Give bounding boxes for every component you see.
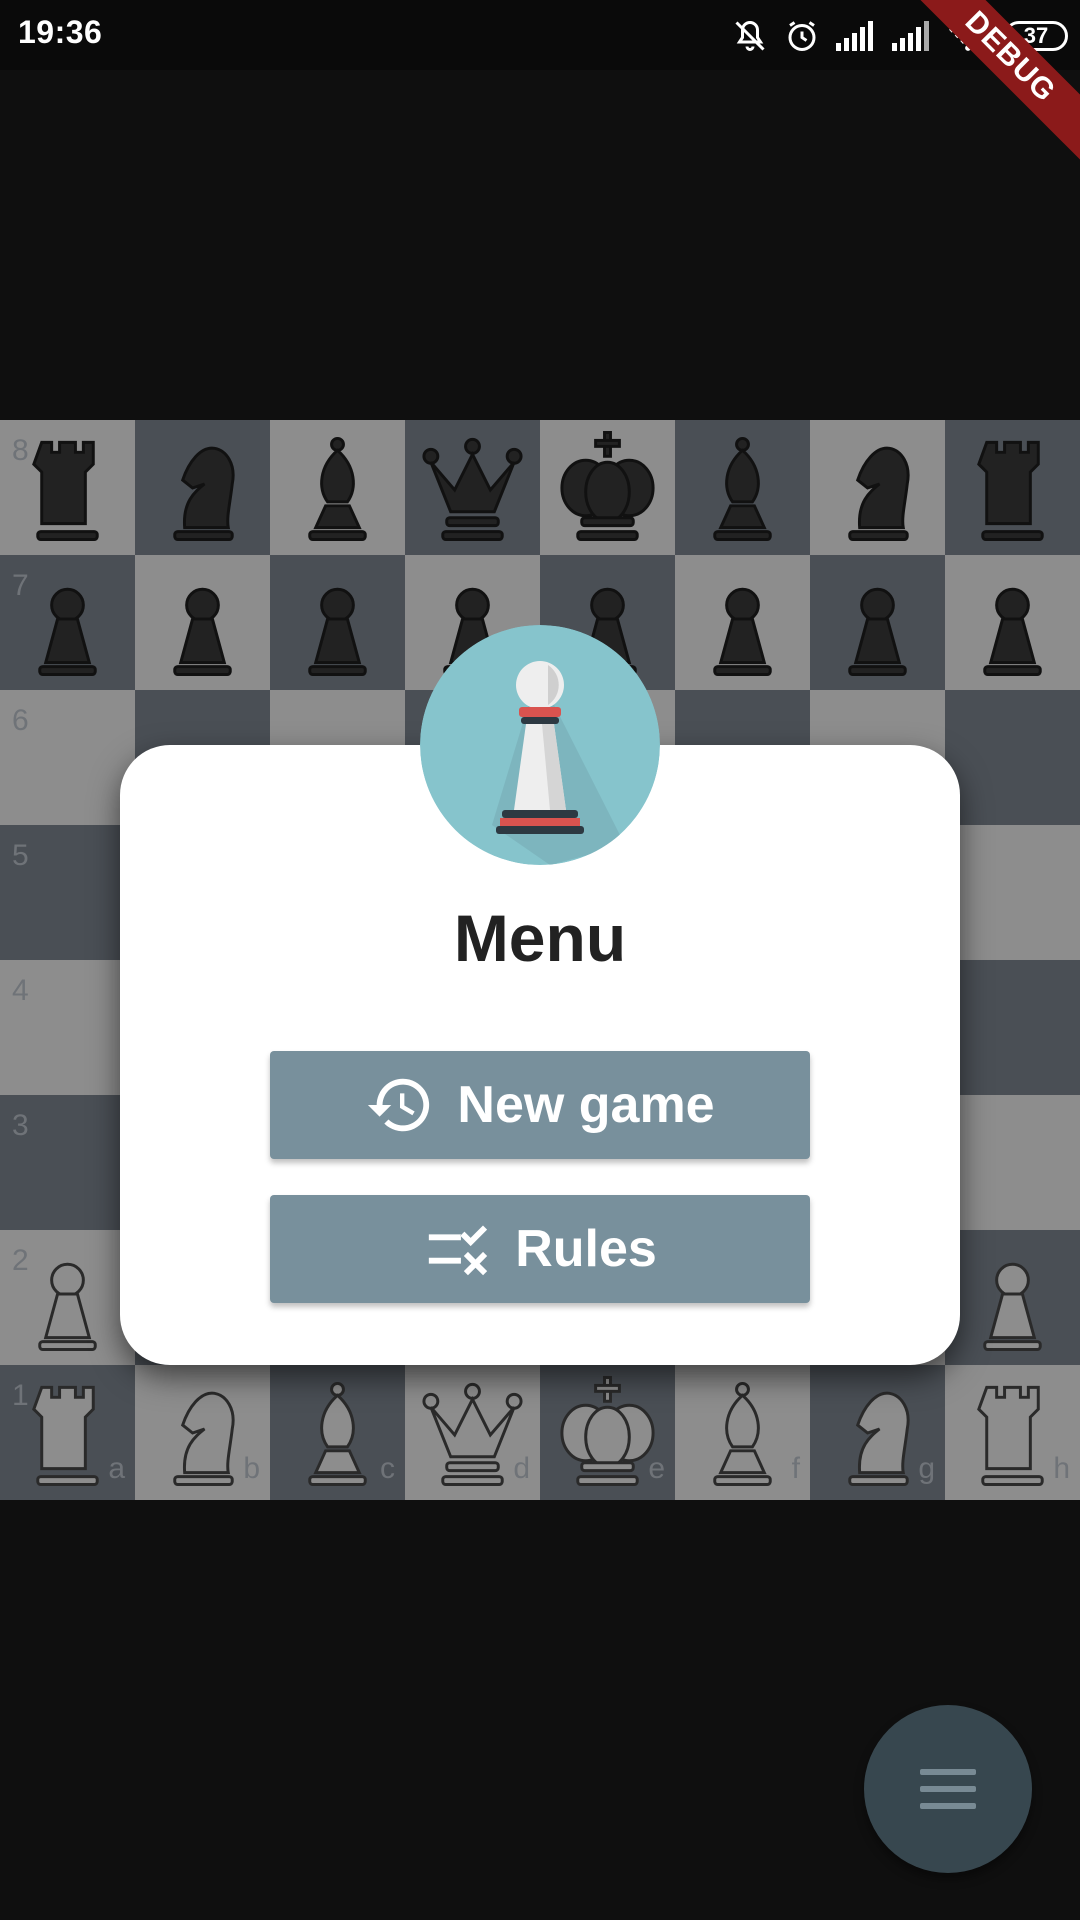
rules-button[interactable]: Rules xyxy=(270,1195,810,1303)
square-g8[interactable] xyxy=(810,420,945,555)
square-a7[interactable]: 7 xyxy=(0,555,135,690)
black-king-icon[interactable] xyxy=(552,426,663,546)
square-a4[interactable]: 4 xyxy=(0,960,135,1095)
rules-label: Rules xyxy=(515,1220,657,1278)
square-h5[interactable] xyxy=(945,825,1080,960)
square-f1[interactable]: f xyxy=(675,1365,810,1500)
white-rook-icon[interactable] xyxy=(957,1371,1068,1491)
white-bishop-icon[interactable] xyxy=(282,1371,393,1491)
rank-label: 6 xyxy=(12,704,29,737)
status-time: 19:36 xyxy=(18,14,103,50)
square-g7[interactable] xyxy=(810,555,945,690)
square-h8[interactable] xyxy=(945,420,1080,555)
rank-label: 5 xyxy=(12,839,29,872)
black-bishop-icon[interactable] xyxy=(687,426,798,546)
white-rook-icon[interactable] xyxy=(12,1371,123,1491)
black-rook-icon[interactable] xyxy=(957,426,1068,546)
white-bishop-icon[interactable] xyxy=(687,1371,798,1491)
black-knight-icon[interactable] xyxy=(822,426,933,546)
black-pawn-icon[interactable] xyxy=(12,561,123,681)
rank-label: 3 xyxy=(12,1109,29,1142)
white-pawn-icon[interactable] xyxy=(957,1236,1068,1356)
square-a3[interactable]: 3 xyxy=(0,1095,135,1230)
history-icon xyxy=(368,1078,430,1132)
square-h6[interactable] xyxy=(945,690,1080,825)
square-c7[interactable] xyxy=(270,555,405,690)
pawn-logo-icon xyxy=(420,625,660,865)
signal-icon xyxy=(836,21,873,51)
square-h4[interactable] xyxy=(945,960,1080,1095)
black-pawn-icon[interactable] xyxy=(957,561,1068,681)
black-pawn-icon[interactable] xyxy=(147,561,258,681)
square-f8[interactable] xyxy=(675,420,810,555)
square-h1[interactable]: h xyxy=(945,1365,1080,1500)
white-pawn-icon[interactable] xyxy=(12,1236,123,1356)
menu-icon xyxy=(920,1769,976,1809)
square-d8[interactable] xyxy=(405,420,540,555)
square-g1[interactable]: g xyxy=(810,1365,945,1500)
rule-icon xyxy=(429,1225,488,1276)
square-h3[interactable] xyxy=(945,1095,1080,1230)
black-bishop-icon[interactable] xyxy=(282,426,393,546)
square-h2[interactable] xyxy=(945,1230,1080,1365)
square-d1[interactable]: d xyxy=(405,1365,540,1500)
black-pawn-icon[interactable] xyxy=(282,561,393,681)
square-h7[interactable] xyxy=(945,555,1080,690)
status-bar: 19:36 37 xyxy=(0,0,1080,70)
black-pawn-icon[interactable] xyxy=(687,561,798,681)
square-b1[interactable]: b xyxy=(135,1365,270,1500)
black-pawn-icon[interactable] xyxy=(822,561,933,681)
square-a6[interactable]: 6 xyxy=(0,690,135,825)
white-knight-icon[interactable] xyxy=(147,1371,258,1491)
menu-fab-button[interactable] xyxy=(864,1705,1032,1873)
black-queen-icon[interactable] xyxy=(417,426,528,546)
square-e8[interactable] xyxy=(540,420,675,555)
white-queen-icon[interactable] xyxy=(417,1371,528,1491)
white-king-icon[interactable] xyxy=(552,1371,663,1491)
square-a2[interactable]: 2 xyxy=(0,1230,135,1365)
square-a8[interactable]: 8 xyxy=(0,420,135,555)
alarm-icon xyxy=(788,21,816,51)
black-rook-icon[interactable] xyxy=(12,426,123,546)
rank-label: 4 xyxy=(12,974,29,1007)
new-game-button[interactable]: New game xyxy=(270,1051,810,1159)
black-knight-icon[interactable] xyxy=(147,426,258,546)
square-b8[interactable] xyxy=(135,420,270,555)
square-f7[interactable] xyxy=(675,555,810,690)
square-c1[interactable]: c xyxy=(270,1365,405,1500)
square-c8[interactable] xyxy=(270,420,405,555)
app-screen: 19:36 37 DEBUG 8 7 6 5 4 3 2 1 a b c d e… xyxy=(0,0,1080,1920)
square-e1[interactable]: e xyxy=(540,1365,675,1500)
square-a1[interactable]: 1a xyxy=(0,1365,135,1500)
square-b7[interactable] xyxy=(135,555,270,690)
square-a5[interactable]: 5 xyxy=(0,825,135,960)
white-knight-icon[interactable] xyxy=(822,1371,933,1491)
new-game-label: New game xyxy=(457,1076,715,1134)
mute-icon xyxy=(735,20,765,51)
signal-icon-2 xyxy=(892,21,929,51)
dialog-title: Menu xyxy=(453,901,627,975)
